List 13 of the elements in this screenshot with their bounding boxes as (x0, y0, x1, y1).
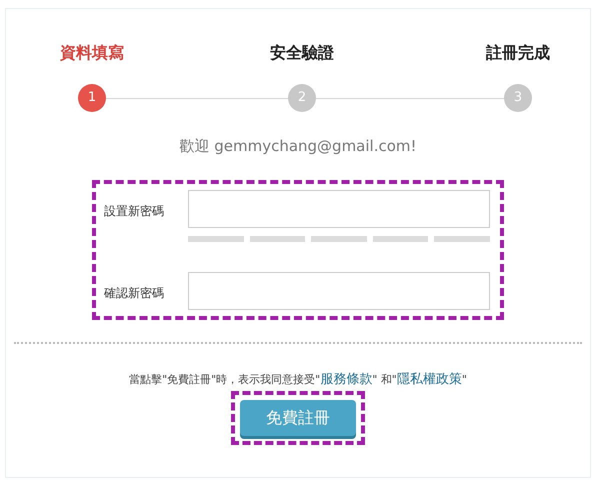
welcome-text: 歡迎 gemmychang@gmail.com! (179, 136, 417, 157)
field-label: 確認新密碼 (104, 284, 165, 302)
terms-link[interactable]: 隱私權政策 (396, 372, 462, 386)
step-label: 資料填寫 (60, 42, 124, 64)
field-label: 設置新密碼 (104, 202, 165, 220)
step-label: 安全驗證 (270, 42, 334, 64)
password-field[interactable] (188, 272, 490, 310)
password-field[interactable] (188, 190, 490, 228)
terms-text: 當點擊"免費註冊"時，表示我同意接受"服務條款" 和"隱私權政策" (129, 370, 467, 388)
register-button[interactable]: 免費註冊 (240, 400, 356, 436)
step-label: 註冊完成 (486, 42, 550, 64)
terms-link[interactable]: 服務條款 (320, 372, 372, 386)
step-number: 1 (78, 84, 106, 112)
